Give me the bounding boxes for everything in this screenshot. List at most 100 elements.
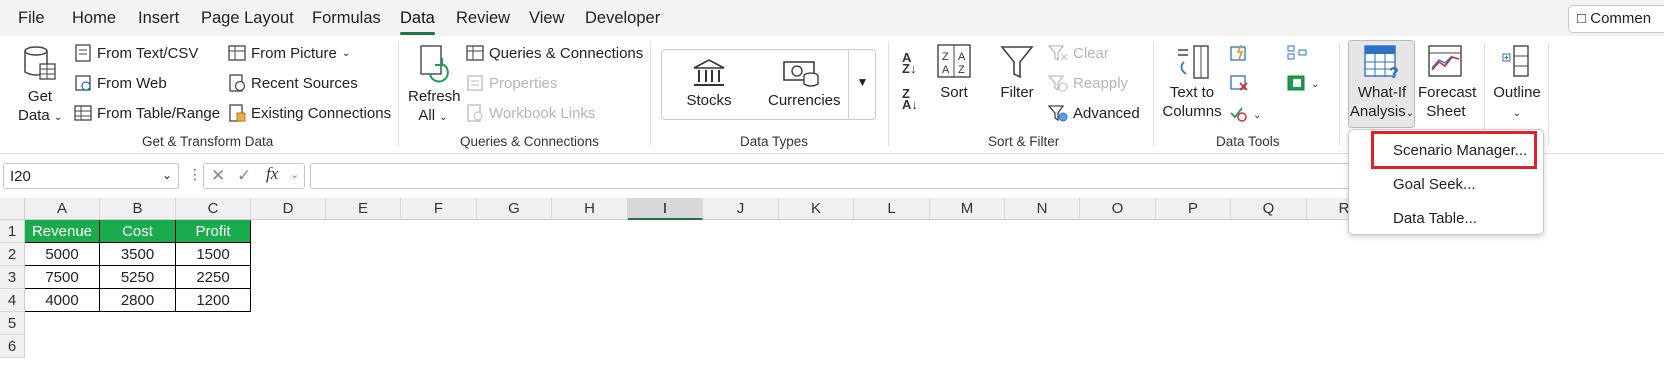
row-header-5[interactable]: 5 (0, 312, 25, 335)
tab-developer[interactable]: Developer (585, 9, 660, 28)
column-header-j[interactable]: J (703, 198, 779, 220)
comments-button[interactable]: □ Commen (1568, 5, 1664, 33)
tab-formulas[interactable]: Formulas (312, 9, 381, 28)
filter-button[interactable]: Filter (996, 44, 1038, 102)
row-header-1[interactable]: 1 (0, 220, 25, 243)
data-model-button[interactable]: ⌄ (1287, 74, 1323, 96)
column-header-g[interactable]: G (477, 198, 552, 220)
data-validation-button[interactable]: ⌄ (1229, 104, 1263, 126)
forecast-chart-icon (1428, 45, 1462, 77)
table-icon (74, 105, 92, 121)
tab-file[interactable]: File (18, 9, 45, 28)
sort-button[interactable]: ZA AZ Sort (936, 44, 972, 102)
get-data-button[interactable]: Get Data ⌄ (18, 44, 62, 127)
remove-duplicates-button[interactable] (1229, 74, 1249, 96)
column-header-o[interactable]: O (1080, 198, 1156, 220)
data-table-menu-item[interactable]: Data Table... (1393, 210, 1477, 227)
forecast-sheet-button[interactable]: Forecast Sheet (1418, 44, 1476, 121)
flash-fill-button[interactable] (1229, 44, 1249, 66)
cell-c3[interactable]: 2250 (176, 266, 251, 289)
workbook-links-button[interactable]: Workbook Links (466, 104, 595, 122)
from-picture-button[interactable]: From Picture ⌄ (228, 44, 350, 62)
column-header-d[interactable]: D (251, 198, 326, 220)
tab-data[interactable]: Data (400, 9, 435, 35)
recent-sources-button[interactable]: Recent Sources (228, 74, 358, 92)
stocks-button[interactable]: Stocks (684, 58, 734, 110)
tab-home[interactable]: Home (72, 9, 116, 28)
cell-a3[interactable]: 7500 (25, 266, 100, 289)
column-header-c[interactable]: C (176, 198, 251, 220)
column-header-i[interactable]: I (628, 198, 703, 220)
formula-bar-grip[interactable]: ⋮ (188, 166, 202, 183)
cell-b3[interactable]: 5250 (100, 266, 176, 289)
cell-a2[interactable]: 5000 (25, 243, 100, 266)
svg-text:⌄: ⌄ (1253, 110, 1261, 121)
column-header-m[interactable]: M (930, 198, 1005, 220)
column-header-p[interactable]: P (1156, 198, 1231, 220)
what-if-analysis-button[interactable]: ? What-If Analysis⌄ (1349, 44, 1415, 123)
existing-connections-button[interactable]: Existing Connections (228, 104, 391, 122)
cell-a4[interactable]: 4000 (25, 289, 100, 312)
text-to-columns-button[interactable]: Text to Columns (1162, 44, 1222, 121)
cell-b4[interactable]: 2800 (100, 289, 176, 312)
clear-label: Clear (1073, 44, 1109, 62)
remove-duplicates-icon (1230, 75, 1248, 91)
comments-label: Commen (1590, 10, 1652, 27)
row-header-2[interactable]: 2 (0, 243, 25, 266)
cell-c1[interactable]: Profit (176, 220, 251, 243)
ribbon-separator (1548, 42, 1549, 146)
currency-icon (783, 61, 819, 87)
from-text-csv-button[interactable]: From Text/CSV (74, 44, 198, 62)
chevron-down-icon[interactable]: ⌄ (290, 168, 299, 181)
tab-view[interactable]: View (529, 9, 564, 28)
row-header-4[interactable]: 4 (0, 289, 25, 312)
column-header-q[interactable]: Q (1231, 198, 1307, 220)
properties-button[interactable]: Properties (466, 74, 557, 92)
row-header-3[interactable]: 3 (0, 266, 25, 289)
cell-b2[interactable]: 3500 (100, 243, 176, 266)
stocks-label: Stocks (686, 92, 732, 109)
from-web-button[interactable]: From Web (74, 74, 167, 92)
column-header-e[interactable]: E (326, 198, 401, 220)
column-header-n[interactable]: N (1005, 198, 1080, 220)
advanced-button[interactable]: Advanced (1048, 104, 1140, 122)
outline-button[interactable]: Outline ⌄ (1492, 44, 1542, 123)
cell-c2[interactable]: 1500 (176, 243, 251, 266)
column-header-f[interactable]: F (401, 198, 477, 220)
tab-review[interactable]: Review (456, 9, 510, 28)
column-header-l[interactable]: L (854, 198, 930, 220)
row-header-6[interactable]: 6 (0, 335, 25, 358)
queries-connections-button[interactable]: Queries & Connections (466, 44, 643, 62)
column-header-k[interactable]: K (779, 198, 854, 220)
sort-descending-button[interactable]: Z A↓ (902, 86, 918, 112)
cell-b1[interactable]: Cost (100, 220, 176, 243)
tab-insert[interactable]: Insert (138, 9, 179, 28)
properties-label: Properties (489, 74, 558, 92)
refresh-all-button[interactable]: Refresh All ⌄ (408, 44, 461, 127)
goal-seek-menu-item[interactable]: Goal Seek... (1393, 176, 1476, 193)
name-box[interactable]: I20 ⌄ (3, 163, 179, 189)
enter-icon[interactable]: ✓ (237, 166, 251, 186)
column-header-a[interactable]: A (25, 198, 100, 220)
ribbon-separator (650, 42, 651, 146)
group-label-sort-filter: Sort & Filter (988, 134, 1060, 149)
data-types-expand-button[interactable]: ▼ (848, 49, 876, 120)
clear-button[interactable]: Clear (1048, 44, 1109, 62)
chevron-down-icon[interactable]: ⌄ (162, 168, 172, 182)
cell-a1[interactable]: Revenue (25, 220, 100, 243)
from-table-range-button[interactable]: From Table/Range (74, 104, 220, 122)
tab-page-layout[interactable]: Page Layout (201, 9, 294, 28)
sort-ascending-button[interactable]: A Z↓ (902, 51, 916, 75)
currencies-button[interactable]: Currencies (768, 58, 841, 110)
web-icon (75, 75, 91, 91)
insert-function-button[interactable]: fx (266, 164, 278, 184)
cancel-icon[interactable]: ✕ (211, 166, 225, 186)
formula-input[interactable] (310, 163, 1350, 189)
consolidate-button[interactable] (1287, 44, 1307, 66)
column-header-h[interactable]: H (552, 198, 628, 220)
cell-c4[interactable]: 1200 (176, 289, 251, 312)
column-header-b[interactable]: B (100, 198, 176, 220)
select-all-corner[interactable] (0, 198, 25, 220)
sort-za-icon: Z A↓ (902, 86, 918, 112)
reapply-button[interactable]: Reapply (1048, 74, 1128, 92)
